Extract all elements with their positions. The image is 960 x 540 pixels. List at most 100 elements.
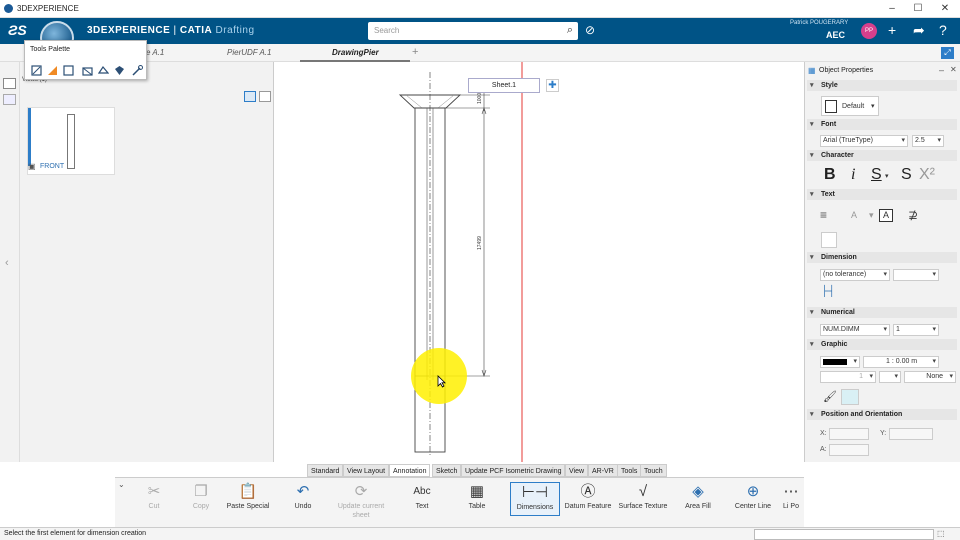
section-graphic[interactable]: Graphic — [807, 339, 957, 350]
text-button[interactable]: Abc Text — [397, 482, 447, 511]
tolerance-select[interactable]: (no tolerance) — [820, 269, 890, 281]
italic-button[interactable]: i — [851, 166, 855, 184]
palette-tool-4-icon[interactable] — [82, 65, 93, 76]
expand-icon[interactable]: ⤢ — [941, 47, 954, 59]
font-size-select[interactable]: 2.5 — [912, 135, 944, 147]
section-dimension[interactable]: Dimension — [807, 252, 957, 263]
tree-toggle-icon[interactable] — [3, 78, 16, 89]
style-selector[interactable]: Default ▾ — [821, 96, 879, 116]
action-bar-menu-icon[interactable]: ⌄ — [118, 480, 125, 489]
line-none-select[interactable]: None — [904, 371, 956, 383]
palette-tool-2-icon[interactable] — [47, 65, 58, 76]
palette-tool-6-icon[interactable] — [114, 65, 125, 76]
color-select[interactable] — [820, 356, 860, 368]
text-frame-selector[interactable] — [821, 232, 837, 248]
copy-button[interactable]: ❐ Copy — [176, 482, 226, 511]
line-dash-select[interactable] — [879, 371, 901, 383]
view-label: FRONT — [40, 163, 65, 170]
collapse-left-icon[interactable]: ‹ — [5, 257, 9, 269]
line-point-icon: ⋯ — [783, 483, 799, 500]
superscript-button[interactable]: X² — [919, 166, 935, 184]
sheet-tab[interactable]: Sheet.1 — [468, 78, 540, 93]
surface-texture-button[interactable]: √ Surface Texture — [618, 482, 668, 511]
ds-logo-icon[interactable]: ƧS — [8, 22, 27, 38]
tab-pierudf[interactable]: PierUDF A.1 — [227, 48, 271, 57]
tab-ar-vr[interactable]: AR-VR — [588, 464, 618, 477]
search-input[interactable]: Search ⌕ — [368, 22, 578, 40]
line-weight-select[interactable]: 1 : 0.00 m — [863, 356, 939, 368]
numerical-format-select[interactable]: NUM.DIMM — [820, 324, 890, 336]
frame-text-icon[interactable]: A — [879, 209, 893, 222]
add-sheet-icon[interactable]: ✚ — [546, 79, 559, 92]
minimize-panel-icon[interactable]: – — [939, 65, 944, 75]
text-color-icon[interactable]: A — [851, 210, 857, 220]
help-icon[interactable]: ? — [939, 22, 947, 38]
dimension-line-icon[interactable]: ├┤ — [821, 286, 835, 297]
section-numerical[interactable]: Numerical — [807, 307, 957, 318]
tab-standard[interactable]: Standard — [307, 464, 344, 477]
tag-icon[interactable]: ⊘ — [585, 23, 595, 37]
palette-tool-3-icon[interactable] — [63, 65, 74, 76]
text-dropdown-icon[interactable]: ▾ — [869, 210, 874, 221]
command-input[interactable] — [754, 529, 934, 540]
grid-view-icon[interactable] — [244, 91, 256, 102]
palette-tool-7-icon[interactable] — [132, 65, 143, 76]
new-tab-icon[interactable]: + — [412, 46, 418, 58]
add-icon[interactable]: + — [888, 22, 896, 38]
align-left-icon[interactable]: ≡ — [820, 208, 827, 222]
line-type-select[interactable]: 1 — [820, 371, 876, 383]
tab-e-a1[interactable]: e A.1 — [146, 48, 164, 57]
section-style[interactable]: Style — [807, 80, 957, 91]
tab-sketch[interactable]: Sketch — [432, 464, 462, 477]
paint-brush-icon[interactable]: 🖌 — [823, 390, 837, 403]
drawing-canvas[interactable]: 1000 17499 — [274, 62, 804, 462]
numerical-value-select[interactable]: 1 — [893, 324, 939, 336]
line-point-button[interactable]: ⋯ Li Po — [779, 482, 803, 511]
catalog-icon[interactable] — [3, 94, 16, 105]
tab-tools[interactable]: Tools — [617, 464, 642, 477]
pos-y-input[interactable] — [889, 428, 933, 440]
underline-dropdown-icon[interactable]: ▾ — [885, 172, 889, 180]
search-icon[interactable]: ⌕ — [567, 24, 573, 37]
table-button[interactable]: ▦ Table — [452, 482, 502, 511]
pos-x-input[interactable] — [829, 428, 869, 440]
share-icon[interactable]: ➦ — [913, 22, 925, 39]
view-card-front[interactable]: ▣ FRONT — [27, 107, 115, 175]
avatar[interactable]: PP — [861, 23, 877, 39]
datum-feature-button[interactable]: Ⓐ Datum Feature — [563, 482, 613, 511]
cut-button[interactable]: ✂ Cut — [129, 482, 179, 511]
undo-button[interactable]: ↶ Undo — [278, 482, 328, 511]
section-text[interactable]: Text — [807, 189, 957, 200]
tab-view[interactable]: View — [565, 464, 589, 477]
underline-button[interactable]: S — [871, 166, 882, 184]
role-selector[interactable]: AEC — [826, 30, 845, 40]
tab-update-pcf[interactable]: Update PCF Isometric Drawing — [461, 464, 566, 477]
font-name-select[interactable]: Arial (TrueType) — [820, 135, 908, 147]
bold-button[interactable]: B — [824, 166, 836, 184]
tab-annotation[interactable]: Annotation — [389, 464, 431, 477]
tab-touch[interactable]: Touch — [640, 464, 667, 477]
section-character[interactable]: Character — [807, 150, 957, 161]
status-expand-icon[interactable]: ⬚ — [937, 529, 945, 538]
update-sheet-button[interactable]: ⟳ Update current sheet — [336, 482, 386, 520]
anchor-icon[interactable]: ⊉ — [908, 208, 918, 222]
area-fill-button[interactable]: ◈ Area Fill — [673, 482, 723, 511]
center-line-button[interactable]: ⊕ Center Line — [728, 482, 778, 511]
dimensions-button[interactable]: ⊢⊣ Dimensions — [510, 482, 560, 516]
palette-tool-1-icon[interactable] — [31, 65, 42, 76]
tab-drawingpier[interactable]: DrawingPier — [332, 48, 379, 57]
strikethrough-button[interactable]: S — [901, 166, 912, 184]
fill-color-swatch[interactable] — [841, 389, 859, 405]
close-panel-icon[interactable]: ✕ — [950, 65, 957, 74]
section-font[interactable]: Font — [807, 119, 957, 130]
pos-a-input[interactable] — [829, 444, 869, 456]
list-view-icon[interactable] — [259, 91, 271, 102]
section-position[interactable]: Position and Orientation — [807, 409, 957, 420]
close-icon[interactable]: ✕ — [938, 2, 952, 16]
tab-view-layout[interactable]: View Layout — [343, 464, 390, 477]
minimize-icon[interactable]: – — [885, 2, 899, 16]
tolerance-value-select[interactable] — [893, 269, 939, 281]
paste-special-button[interactable]: 📋 Paste Special — [223, 482, 273, 511]
maximize-icon[interactable]: ☐ — [911, 2, 925, 16]
palette-tool-5-icon[interactable] — [98, 65, 109, 76]
